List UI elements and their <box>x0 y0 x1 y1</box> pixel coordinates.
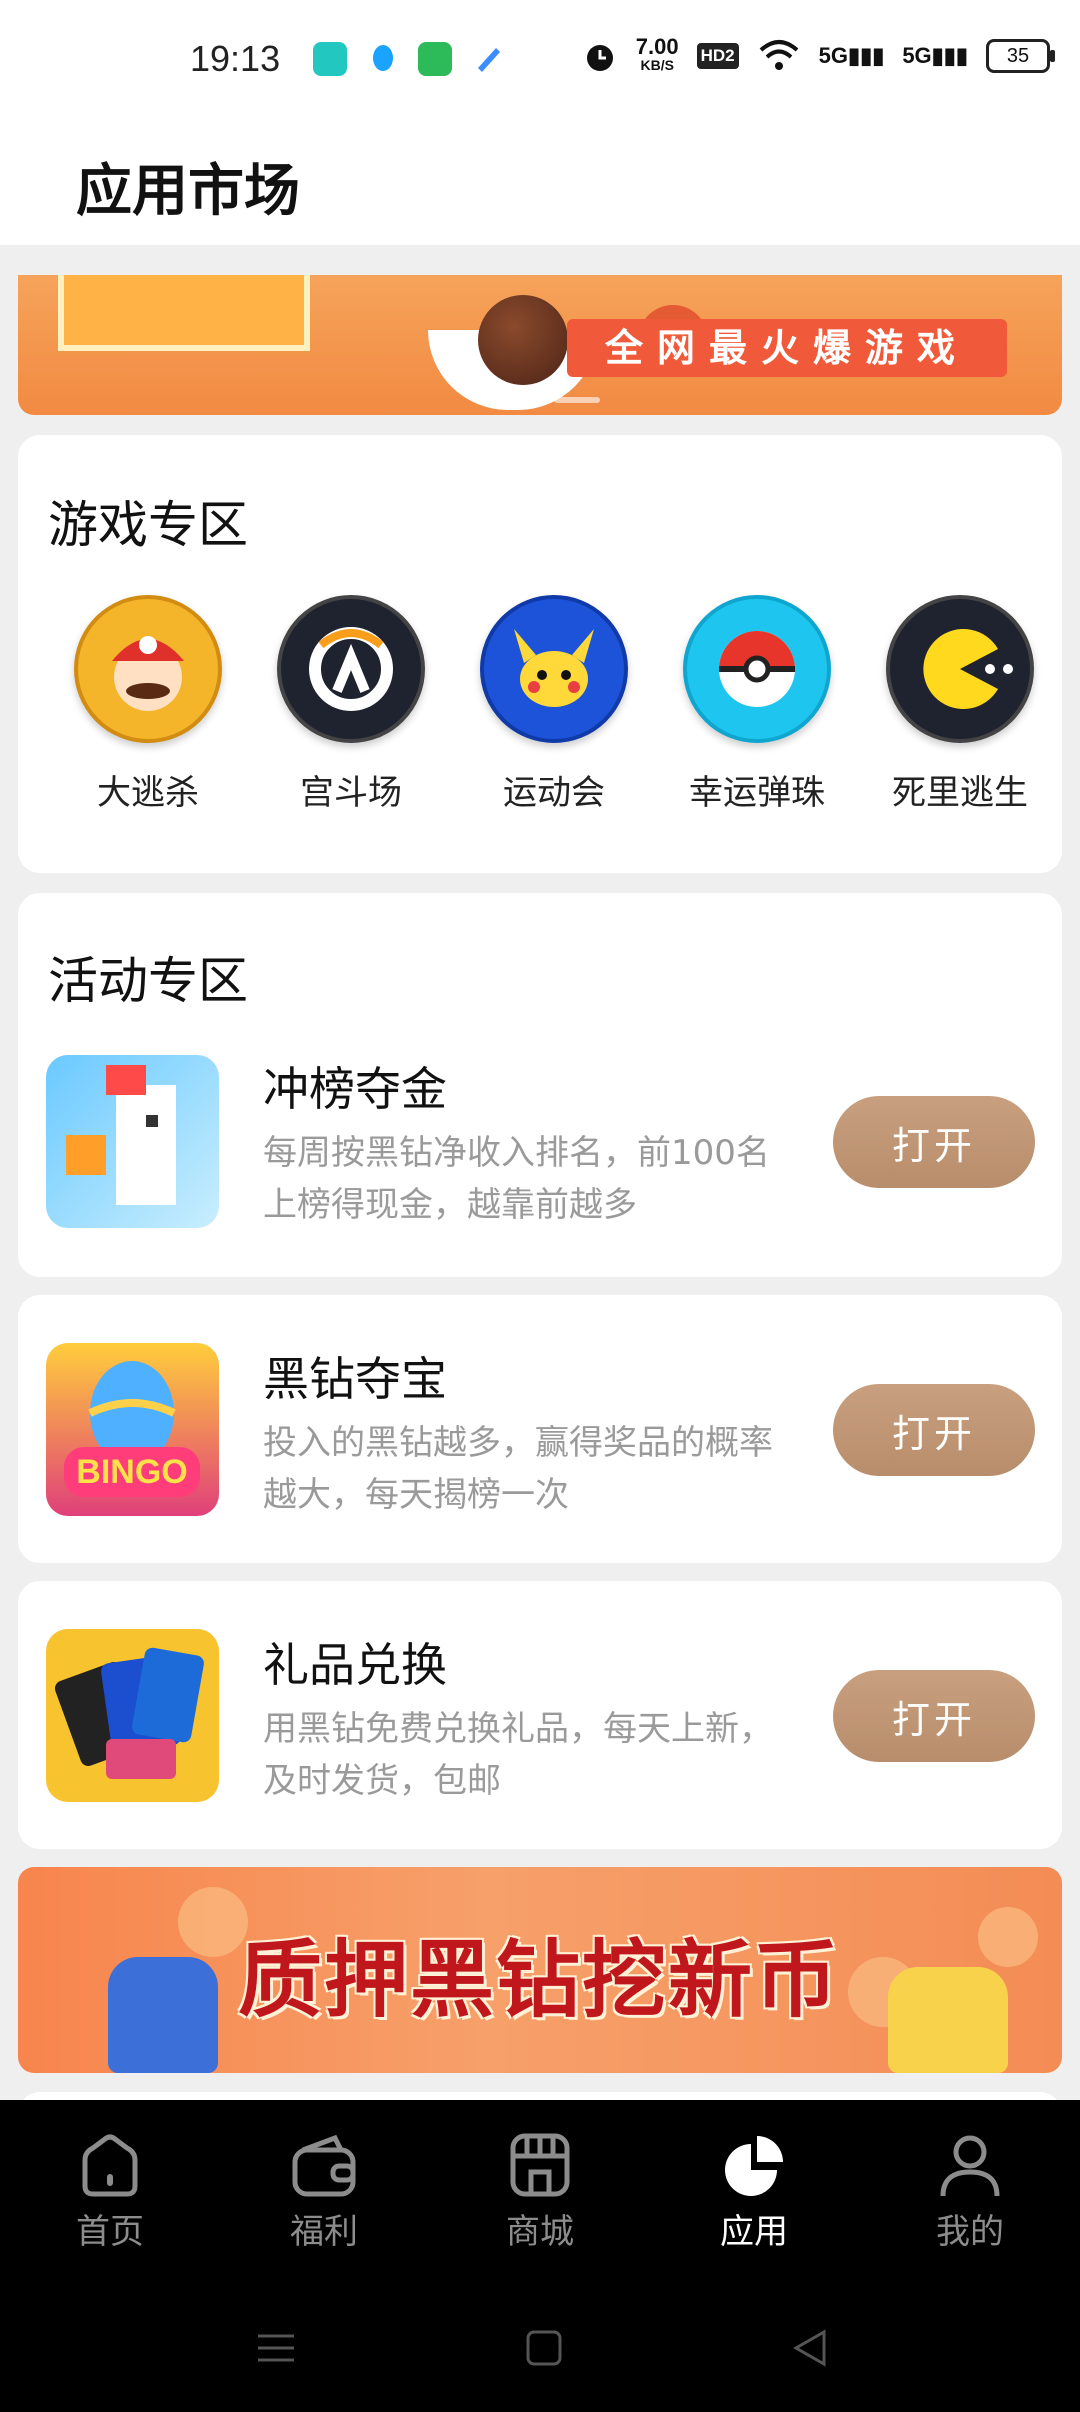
battery-icon: 35 <box>986 39 1055 73</box>
open-button[interactable]: 打开 <box>833 1096 1035 1188</box>
banner-text: 全网最火爆游戏 <box>567 319 1007 377</box>
slot-machine-graphic <box>58 275 310 351</box>
home-button-icon[interactable] <box>524 2328 564 2368</box>
store-icon <box>505 2130 575 2200</box>
staking-banner[interactable]: 质押黑钻挖新币 <box>18 1867 1062 2073</box>
signal-5g-2: 5G▮▮▮ <box>902 43 968 68</box>
activity-card: 礼品兑换 用黑钻免费兑换礼品，每天上新，及时发货，包邮 打开 <box>18 1581 1062 1849</box>
app-notification-icon <box>472 42 506 76</box>
pacman-icon <box>886 595 1034 743</box>
crossy-chicken-icon <box>46 1055 219 1228</box>
signal-5g-1: 5G▮▮▮ <box>818 43 885 68</box>
system-navigation <box>0 2320 1080 2380</box>
svg-text:BINGO: BINGO <box>76 1453 187 1491</box>
banner-text: 质押黑钻挖新币 <box>238 1931 841 2029</box>
person-illustration <box>108 1957 218 2073</box>
game-item-sports[interactable]: 运动会 <box>454 595 654 814</box>
message-notification-icon <box>418 42 452 76</box>
pikachu-icon <box>480 595 628 743</box>
game-name: 宫斗场 <box>300 773 402 813</box>
game-name: 死里逃生 <box>892 773 1028 813</box>
back-icon[interactable] <box>790 2328 830 2368</box>
profile-icon <box>935 2130 1005 2200</box>
activity-card: BINGO 黑钻夺宝 投入的黑钻越多，赢得奖品的概率越大，每天揭榜一次 打开 <box>18 1295 1062 1563</box>
nav-label: 福利 <box>290 2212 358 2252</box>
person-illustration <box>888 1967 1008 2073</box>
games-section-title: 游戏专区 <box>48 496 248 554</box>
menu-icon[interactable] <box>256 2328 296 2368</box>
nav-label: 首页 <box>76 2212 144 2252</box>
status-bar: 19:13 7.00 KB/S HD2 5G▮▮▮ 5G▮▮▮ 35 <box>0 0 1080 120</box>
ball-graphic <box>478 295 568 385</box>
network-speed: 7.00 KB/S <box>635 34 679 74</box>
nav-item-store[interactable]: 商城 <box>470 2130 610 2253</box>
games-section: 游戏专区 大逃杀 宫斗场 运动会 幸运弹珠 死里逃生 <box>18 435 1062 873</box>
activity-title: 冲榜夺金 <box>263 1062 447 1116</box>
home-icon <box>75 2130 145 2200</box>
nav-item-welfare[interactable]: 福利 <box>254 2130 394 2253</box>
overwatch-icon <box>277 595 425 743</box>
activity-desc: 投入的黑钻越多，赢得奖品的概率越大，每天揭榜一次 <box>263 1423 773 1515</box>
game-item-lucky-marble[interactable]: 幸运弹珠 <box>657 595 857 814</box>
pokeball-icon <box>683 595 831 743</box>
home-app-notification-icon <box>313 42 347 76</box>
game-name: 运动会 <box>503 773 605 813</box>
app-header: 应用市场 <box>0 120 1080 245</box>
nav-label: 商城 <box>506 2212 574 2252</box>
hd-badge: HD2 <box>696 43 739 69</box>
activity-desc: 每周按黑钻净收入排名，前100名上榜得现金，越靠前越多 <box>263 1133 770 1225</box>
activity-desc: 用黑钻免费兑换礼品，每天上新，及时发货，包邮 <box>263 1709 773 1801</box>
pie-chart-icon <box>719 2130 789 2200</box>
activity-section: 活动专区 冲榜夺金 每周按黑钻净收入排名，前100名上榜得现金，越靠前越多 打开 <box>18 893 1062 1277</box>
page-title: 应用市场 <box>76 159 300 224</box>
nav-item-apps[interactable]: 应用 <box>684 2130 824 2253</box>
open-button[interactable]: 打开 <box>833 1670 1035 1762</box>
open-button[interactable]: 打开 <box>833 1384 1035 1476</box>
qq-notification-icon <box>366 42 400 76</box>
status-time: 19:13 <box>190 38 281 79</box>
top-banner[interactable]: 全网最火爆游戏 <box>18 275 1062 415</box>
nav-item-profile[interactable]: 我的 <box>900 2130 1040 2253</box>
banner-indicator <box>498 397 600 403</box>
wallet-icon <box>289 2130 359 2200</box>
coin-graphic <box>978 1907 1038 1967</box>
mario-icon <box>74 595 222 743</box>
alarm-icon <box>586 45 613 71</box>
game-item-survival[interactable]: 死里逃生 <box>860 595 1060 814</box>
nav-label: 我的 <box>936 2212 1004 2252</box>
nav-label: 应用 <box>720 2212 788 2252</box>
game-item-battle-royale[interactable]: 大逃杀 <box>48 595 248 814</box>
activity-title: 礼品兑换 <box>263 1638 447 1692</box>
activity-title: 黑钻夺宝 <box>263 1352 447 1406</box>
nav-item-home[interactable]: 首页 <box>40 2130 180 2253</box>
activity-section-title: 活动专区 <box>48 952 248 1010</box>
game-name: 大逃杀 <box>97 773 199 813</box>
game-name: 幸运弹珠 <box>689 773 825 813</box>
wifi-icon <box>759 40 798 70</box>
bingo-pop-icon: BINGO <box>46 1343 219 1516</box>
gift-cards-icon <box>46 1629 219 1802</box>
game-item-palace[interactable]: 宫斗场 <box>251 595 451 814</box>
